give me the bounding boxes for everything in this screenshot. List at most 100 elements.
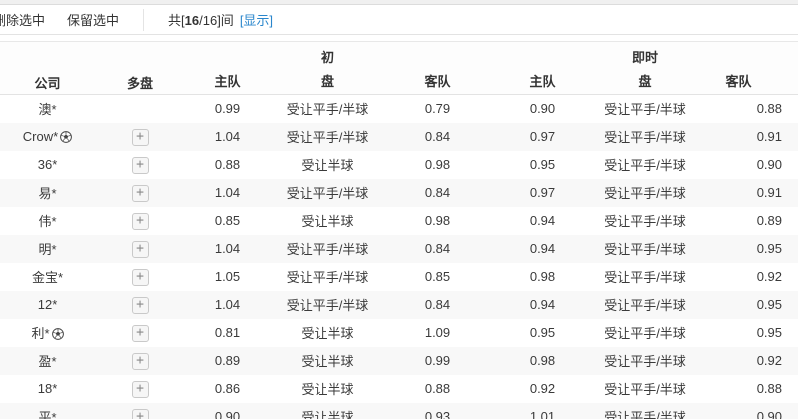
soccer-ball-icon — [51, 328, 64, 340]
multi-cell: + — [95, 347, 185, 375]
expand-plus-button[interactable]: + — [131, 352, 149, 370]
init-handicap-cell: 受让半球 — [301, 214, 354, 229]
init-home-odds-cell: 1.05 — [214, 269, 241, 284]
init-handicap-cell: 受让平手/半球 — [286, 270, 369, 285]
expand-plus-button[interactable]: + — [131, 324, 149, 342]
company-name[interactable]: 金宝* — [32, 270, 63, 285]
company-name[interactable]: 36* — [38, 157, 58, 172]
init-home-odds-cell: 0.85 — [214, 213, 241, 228]
company-name[interactable]: 澳* — [38, 102, 56, 117]
company-name[interactable]: 易* — [38, 186, 56, 201]
init-away-odds-cell: 0.84 — [424, 241, 451, 256]
expand-plus-button[interactable]: + — [131, 268, 149, 286]
company-name[interactable]: Crow* — [23, 129, 73, 144]
live-away-odds-cell: 0.88 — [756, 101, 782, 117]
live-home-odds-cell: 0.97 — [529, 129, 556, 144]
group-header-live: 即时 — [631, 49, 658, 65]
live-home-odds-cell: 0.95 — [529, 325, 556, 340]
table-row: Crow* +1.04 受让平手/半球 0.84 0.97 受让平手/半球 0.91 — [0, 122, 798, 151]
company-name[interactable]: 盈* — [38, 354, 56, 369]
init-away-odds-cell: 0.84 — [424, 129, 451, 144]
init-home-odds-cell: 0.88 — [214, 157, 241, 172]
toolbar: 删除选中 保留选中 共[16/16]间 [显示] — [0, 5, 798, 35]
live-away-odds-cell: 0.95 — [756, 325, 782, 340]
company-cell: 12* — [0, 291, 95, 319]
live-handicap-cell: 受让平手/半球 — [604, 186, 686, 201]
delete-selected-button[interactable]: 删除选中 — [0, 10, 45, 29]
company-name[interactable]: 伟* — [38, 214, 56, 229]
column-header-live-home: 主队 — [529, 74, 556, 90]
column-header-multi: 多盘 — [126, 76, 153, 91]
init-away-odds-cell: 0.84 — [424, 185, 451, 200]
expand-plus-button[interactable]: + — [131, 184, 149, 202]
init-handicap-cell: 受让半球 — [301, 382, 354, 397]
init-home-odds-cell: 0.99 — [214, 101, 241, 117]
multi-cell — [95, 95, 185, 123]
live-home-odds-cell: 0.94 — [529, 241, 556, 256]
init-home-odds-cell: 0.81 — [214, 325, 241, 340]
init-handicap-cell: 受让平手/半球 — [286, 130, 369, 145]
live-away-odds-cell: 0.90 — [756, 409, 782, 419]
multi-cell: + — [95, 403, 185, 419]
table-row: 36* +0.88 受让半球 0.98 0.95 受让平手/半球 0.90 — [0, 151, 798, 179]
live-away-odds-cell: 0.89 — [756, 213, 782, 228]
column-header-init-handicap: 盘 — [320, 74, 334, 90]
live-handicap-cell: 受让平手/半球 — [604, 214, 686, 229]
expand-plus-button[interactable]: + — [131, 408, 149, 419]
live-away-odds-cell: 0.92 — [756, 353, 782, 368]
company-cell: 明* — [0, 235, 95, 263]
company-name[interactable]: 12* — [38, 297, 58, 312]
init-away-odds-cell: 0.98 — [424, 157, 451, 172]
live-home-odds-cell: 0.92 — [529, 381, 556, 396]
company-cell: 金宝* — [0, 263, 95, 291]
table-row: 盈* +0.89 受让半球 0.99 0.98 受让平手/半球 0.92 — [0, 346, 798, 375]
keep-selected-button[interactable]: 保留选中 — [67, 10, 119, 29]
expand-plus-button[interactable]: + — [131, 296, 149, 314]
table-row: 伟* +0.85 受让半球 0.98 0.94 受让平手/半球 0.89 — [0, 207, 798, 235]
init-away-odds-cell: 0.99 — [424, 353, 451, 368]
column-header-init-home: 主队 — [214, 74, 241, 90]
company-count-current: 16 — [184, 13, 200, 28]
live-handicap-cell: 受让平手/半球 — [604, 410, 686, 419]
init-home-odds-cell: 0.86 — [214, 381, 241, 396]
expand-plus-button[interactable]: + — [131, 380, 149, 398]
expand-plus-button[interactable]: + — [131, 128, 149, 146]
init-home-odds-cell: 1.04 — [214, 297, 241, 312]
init-away-odds-cell: 0.93 — [424, 409, 451, 419]
expand-plus-button[interactable]: + — [131, 240, 149, 258]
init-away-odds-cell: 0.98 — [424, 213, 451, 228]
init-handicap-cell: 受让平手/半球 — [286, 102, 369, 118]
company-name[interactable]: 利* — [31, 326, 64, 341]
live-away-odds-cell: 0.95 — [756, 297, 782, 312]
live-away-odds-cell: 0.92 — [756, 269, 782, 284]
odds-comparison-page: 删除选中 保留选中 共[16/16]间 [显示] 公司 多盘 初 即时 主队 — [0, 0, 798, 419]
init-away-odds-cell: 1.09 — [424, 325, 451, 340]
multi-cell: + — [95, 151, 185, 179]
live-home-odds-cell: 0.97 — [529, 185, 556, 200]
company-count-label: 共[16/16]间 — [168, 13, 234, 28]
init-handicap-cell: 受让半球 — [301, 410, 354, 419]
live-home-odds-cell: 0.94 — [529, 213, 556, 228]
expand-plus-button[interactable]: + — [131, 156, 149, 174]
group-header-initial — [185, 42, 270, 68]
live-away-odds-cell: 0.88 — [756, 381, 782, 396]
live-away-odds-cell: 0.91 — [756, 185, 782, 200]
multi-cell: + — [95, 123, 185, 151]
company-name[interactable]: 明* — [38, 242, 56, 257]
init-home-odds-cell: 1.04 — [214, 185, 241, 200]
company-name[interactable]: 18* — [38, 381, 58, 396]
group-header-live — [695, 42, 798, 68]
init-handicap-cell: 受让半球 — [301, 354, 354, 369]
column-header-live-handicap: 盘 — [638, 74, 652, 90]
odds-table-header: 公司 多盘 初 即时 主队 盘 客队 主队 盘 客队 — [0, 41, 798, 95]
live-handicap-cell: 受让平手/半球 — [604, 270, 686, 285]
column-header-init-away: 客队 — [424, 74, 451, 90]
init-home-odds-cell: 0.89 — [214, 353, 241, 368]
live-home-odds-cell: 0.98 — [529, 269, 556, 284]
multi-cell: + — [95, 319, 185, 347]
expand-plus-button[interactable]: + — [131, 212, 149, 230]
table-row: 18* +0.86 受让半球 0.88 0.92 受让平手/半球 0.88 — [0, 375, 798, 403]
table-row: 12* +1.04 受让平手/半球 0.84 0.94 受让平手/半球 0.95 — [0, 290, 798, 319]
company-name[interactable]: 平* — [38, 410, 56, 419]
show-link[interactable]: [显示] — [240, 10, 273, 29]
